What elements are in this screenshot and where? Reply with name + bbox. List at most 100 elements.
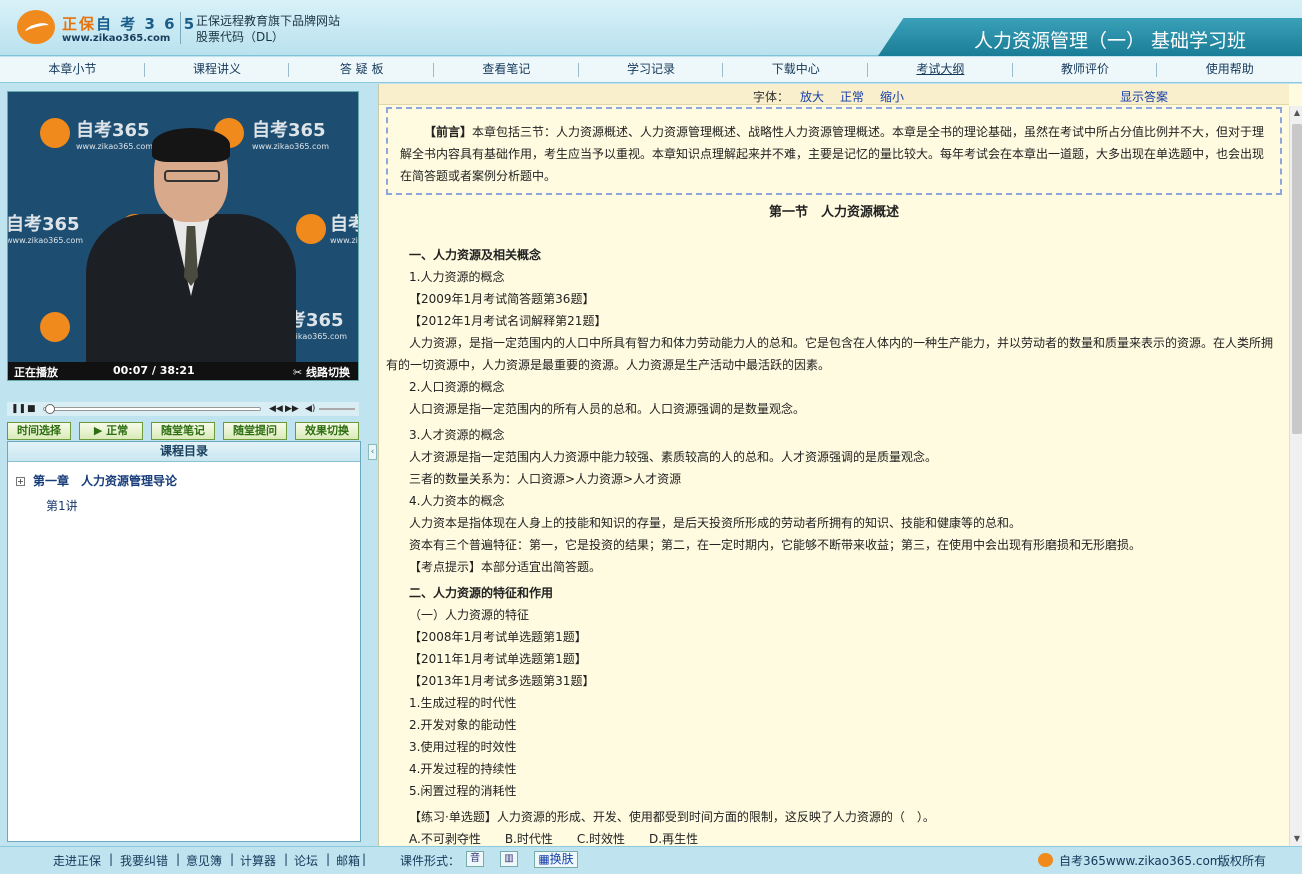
footer-forum-link[interactable]: 论坛 bbox=[294, 852, 318, 869]
footer: 走进正保 | 我要纠错 | 意见簿 | 计算器 | 论坛 | 邮箱 | 课件形式… bbox=[0, 846, 1302, 874]
scroll-thumb[interactable] bbox=[1292, 124, 1302, 434]
logo-url: www.zikao365.com bbox=[62, 33, 171, 44]
seek-bar[interactable] bbox=[43, 404, 261, 414]
video-player[interactable]: 自考365 www.zikao365.com 自考365 www.zikao365.… bbox=[7, 91, 359, 381]
course-toc: 课程目录 + 第一章 人力资源管理导论 第1讲 bbox=[7, 441, 361, 842]
content-paragraph: 人力资源，是指一定范围内的人口中所具有智力和体力劳动能力人的总和。它是包含在人体… bbox=[386, 336, 1274, 372]
nav-label: 学习记录 bbox=[627, 62, 676, 76]
nav-label: 使用帮助 bbox=[1205, 62, 1254, 76]
content-line: 4.开发过程的持续性 bbox=[409, 762, 517, 776]
stop-icon[interactable]: ■ bbox=[27, 403, 36, 415]
content-line: 人才资源是指一定范围内人力资源中能力较强、素质较高的人的总和。人才资源强调的是质… bbox=[409, 450, 938, 464]
nav-label: 下载中心 bbox=[771, 62, 820, 76]
player-controls: ❚❚ ■ ◀◀ ▶▶ ◀) bbox=[7, 402, 359, 416]
scroll-down-icon[interactable]: ▼ bbox=[1290, 832, 1302, 846]
change-skin-label: 换肤 bbox=[549, 852, 574, 866]
logo-divider bbox=[180, 12, 181, 44]
nav-item-teacher-review[interactable]: 教师评价 bbox=[1013, 57, 1158, 82]
course-title: 人力资源管理（一） 基础学习班 bbox=[973, 30, 1246, 52]
content-toolbar: 字体： 放大 正常 缩小 显示答案 bbox=[379, 84, 1289, 105]
footer-logo-icon bbox=[1038, 853, 1053, 867]
content-line: 【2011年1月考试单选题第1题】 bbox=[409, 652, 587, 666]
brand-tagline: 正保远程教育旗下品牌网站 bbox=[196, 14, 341, 28]
font-shrink-link[interactable]: 缩小 bbox=[880, 88, 904, 105]
class-question-button[interactable]: 随堂提问 bbox=[223, 422, 287, 440]
nav-item-qa-board[interactable]: 答 疑 板 bbox=[289, 57, 434, 82]
nav-item-exam-outline[interactable]: 考试大纲 bbox=[868, 57, 1013, 82]
lecturer-glasses bbox=[164, 170, 220, 182]
footer-about-link[interactable]: 走进正保 bbox=[53, 852, 101, 869]
rewind-icon[interactable]: ◀◀ bbox=[269, 403, 283, 415]
nav-label: 答 疑 板 bbox=[339, 62, 384, 76]
class-notes-button[interactable]: 随堂笔记 bbox=[151, 422, 215, 440]
seek-handle[interactable] bbox=[44, 404, 55, 414]
font-normal-link[interactable]: 正常 bbox=[840, 88, 864, 105]
logo-brand: 正保自 考 3 6 5 bbox=[62, 13, 196, 34]
nav-item-view-notes[interactable]: 查看笔记 bbox=[434, 57, 579, 82]
content-line: 3.人才资源的概念 bbox=[409, 428, 505, 442]
heading-concepts: 一、人力资源及相关概念 bbox=[409, 248, 542, 262]
footer-copyright: 版权所有 bbox=[1218, 854, 1267, 868]
content-line: 3.使用过程的时效性 bbox=[409, 740, 517, 754]
logo-brand-sub: 自 考 3 6 5 bbox=[96, 15, 197, 33]
watermark: 自考365www.zikao365.com bbox=[7, 210, 84, 245]
toc-chapter-1[interactable]: + 第一章 人力资源管理导论 bbox=[16, 472, 177, 489]
volume-icon[interactable]: ◀) bbox=[305, 403, 315, 415]
switch-line-label: 线路切换 bbox=[306, 366, 350, 379]
audio-format-icon[interactable]: 音 bbox=[466, 851, 484, 867]
nav-label: 课程讲义 bbox=[193, 62, 242, 76]
footer-mail-link[interactable]: 邮箱 bbox=[336, 852, 360, 869]
courseware-format-label: 课件形式： bbox=[400, 854, 461, 868]
content-line: 【2009年1月考试简答题第36题】 bbox=[409, 292, 595, 306]
watermark-text: 自考365 bbox=[7, 214, 80, 235]
footer-divider: | bbox=[284, 852, 289, 866]
watermark-logo-icon bbox=[296, 214, 326, 244]
content-scrollbar[interactable]: ▲ ▼ bbox=[1289, 106, 1302, 846]
volume-slider[interactable] bbox=[319, 408, 355, 410]
switch-line-button[interactable]: ✂ 线路切换 bbox=[293, 364, 350, 380]
pause-icon[interactable]: ❚❚ bbox=[11, 403, 26, 415]
video-status-bar: 正在播放 00:07 / 38:21 ✂ 线路切换 bbox=[8, 362, 358, 380]
collapse-left-panel-icon[interactable]: ‹ bbox=[368, 444, 377, 460]
layout-format-icon[interactable]: ▥ bbox=[500, 851, 518, 867]
nav-item-lecture-notes[interactable]: 课程讲义 bbox=[145, 57, 290, 82]
content-line: 1.生成过程的时代性 bbox=[409, 696, 517, 710]
change-skin-button[interactable]: ▦换肤 bbox=[534, 851, 578, 868]
toc-lesson-1[interactable]: 第1讲 bbox=[46, 497, 78, 514]
watermark: 自考365www.zikao365.com bbox=[330, 210, 358, 245]
forward-icon[interactable]: ▶▶ bbox=[285, 403, 299, 415]
preface-box: 【前言】本章包括三节：人力资源概述、人力资源管理概述、战略性人力资源管理概述。本… bbox=[386, 107, 1282, 195]
footer-calculator-link[interactable]: 计算器 bbox=[240, 852, 276, 869]
preface-text: 本章包括三节：人力资源概述、人力资源管理概述、战略性人力资源管理概述。本章是全书… bbox=[400, 125, 1265, 183]
footer-divider: | bbox=[109, 852, 114, 866]
content-line: 2.人口资源的概念 bbox=[409, 380, 505, 394]
watermark-url: www.zikao365.com bbox=[7, 236, 84, 245]
nav-label: 教师评价 bbox=[1061, 62, 1110, 76]
stock-code: 股票代码（DL） bbox=[196, 30, 284, 44]
nav-item-chapter-summary[interactable]: 本章小节 bbox=[0, 57, 145, 82]
logo-icon bbox=[17, 10, 55, 44]
preface-indent bbox=[400, 125, 424, 139]
watermark-logo-icon bbox=[40, 118, 70, 148]
nav-item-help[interactable]: 使用帮助 bbox=[1157, 57, 1302, 82]
lecturer-hair bbox=[152, 128, 230, 162]
content-scroll-area[interactable]: 【前言】本章包括三节：人力资源概述、人力资源管理概述、战略性人力资源管理概述。本… bbox=[379, 106, 1289, 846]
nav-item-study-record[interactable]: 学习记录 bbox=[579, 57, 724, 82]
font-enlarge-link[interactable]: 放大 bbox=[800, 88, 824, 105]
section-title: 第一节 人力资源概述 bbox=[768, 205, 899, 220]
footer-divider: | bbox=[230, 852, 235, 866]
watermark-logo-icon bbox=[40, 312, 70, 342]
footer-report-error-link[interactable]: 我要纠错 bbox=[120, 852, 168, 869]
top-nav: 本章小节 课程讲义 答 疑 板 查看笔记 学习记录 下载中心 考试大纲 教师评价… bbox=[0, 57, 1302, 83]
scroll-up-icon[interactable]: ▲ bbox=[1290, 106, 1302, 120]
play-speed-button[interactable]: ▶ 正常 bbox=[79, 422, 143, 440]
logo-brand-main: 正保 bbox=[62, 15, 97, 33]
footer-feedback-link[interactable]: 意见簿 bbox=[186, 852, 222, 869]
effect-switch-button[interactable]: 效果切换 bbox=[295, 422, 359, 440]
time-select-button[interactable]: 时间选择 bbox=[7, 422, 71, 440]
playback-time: 00:07 / 38:21 bbox=[113, 364, 195, 377]
footer-site-link[interactable]: 自考365www.zikao365.com bbox=[1059, 852, 1221, 869]
expand-icon[interactable]: + bbox=[16, 477, 25, 486]
show-answer-link[interactable]: 显示答案 bbox=[1120, 88, 1168, 105]
nav-item-download-center[interactable]: 下载中心 bbox=[723, 57, 868, 82]
